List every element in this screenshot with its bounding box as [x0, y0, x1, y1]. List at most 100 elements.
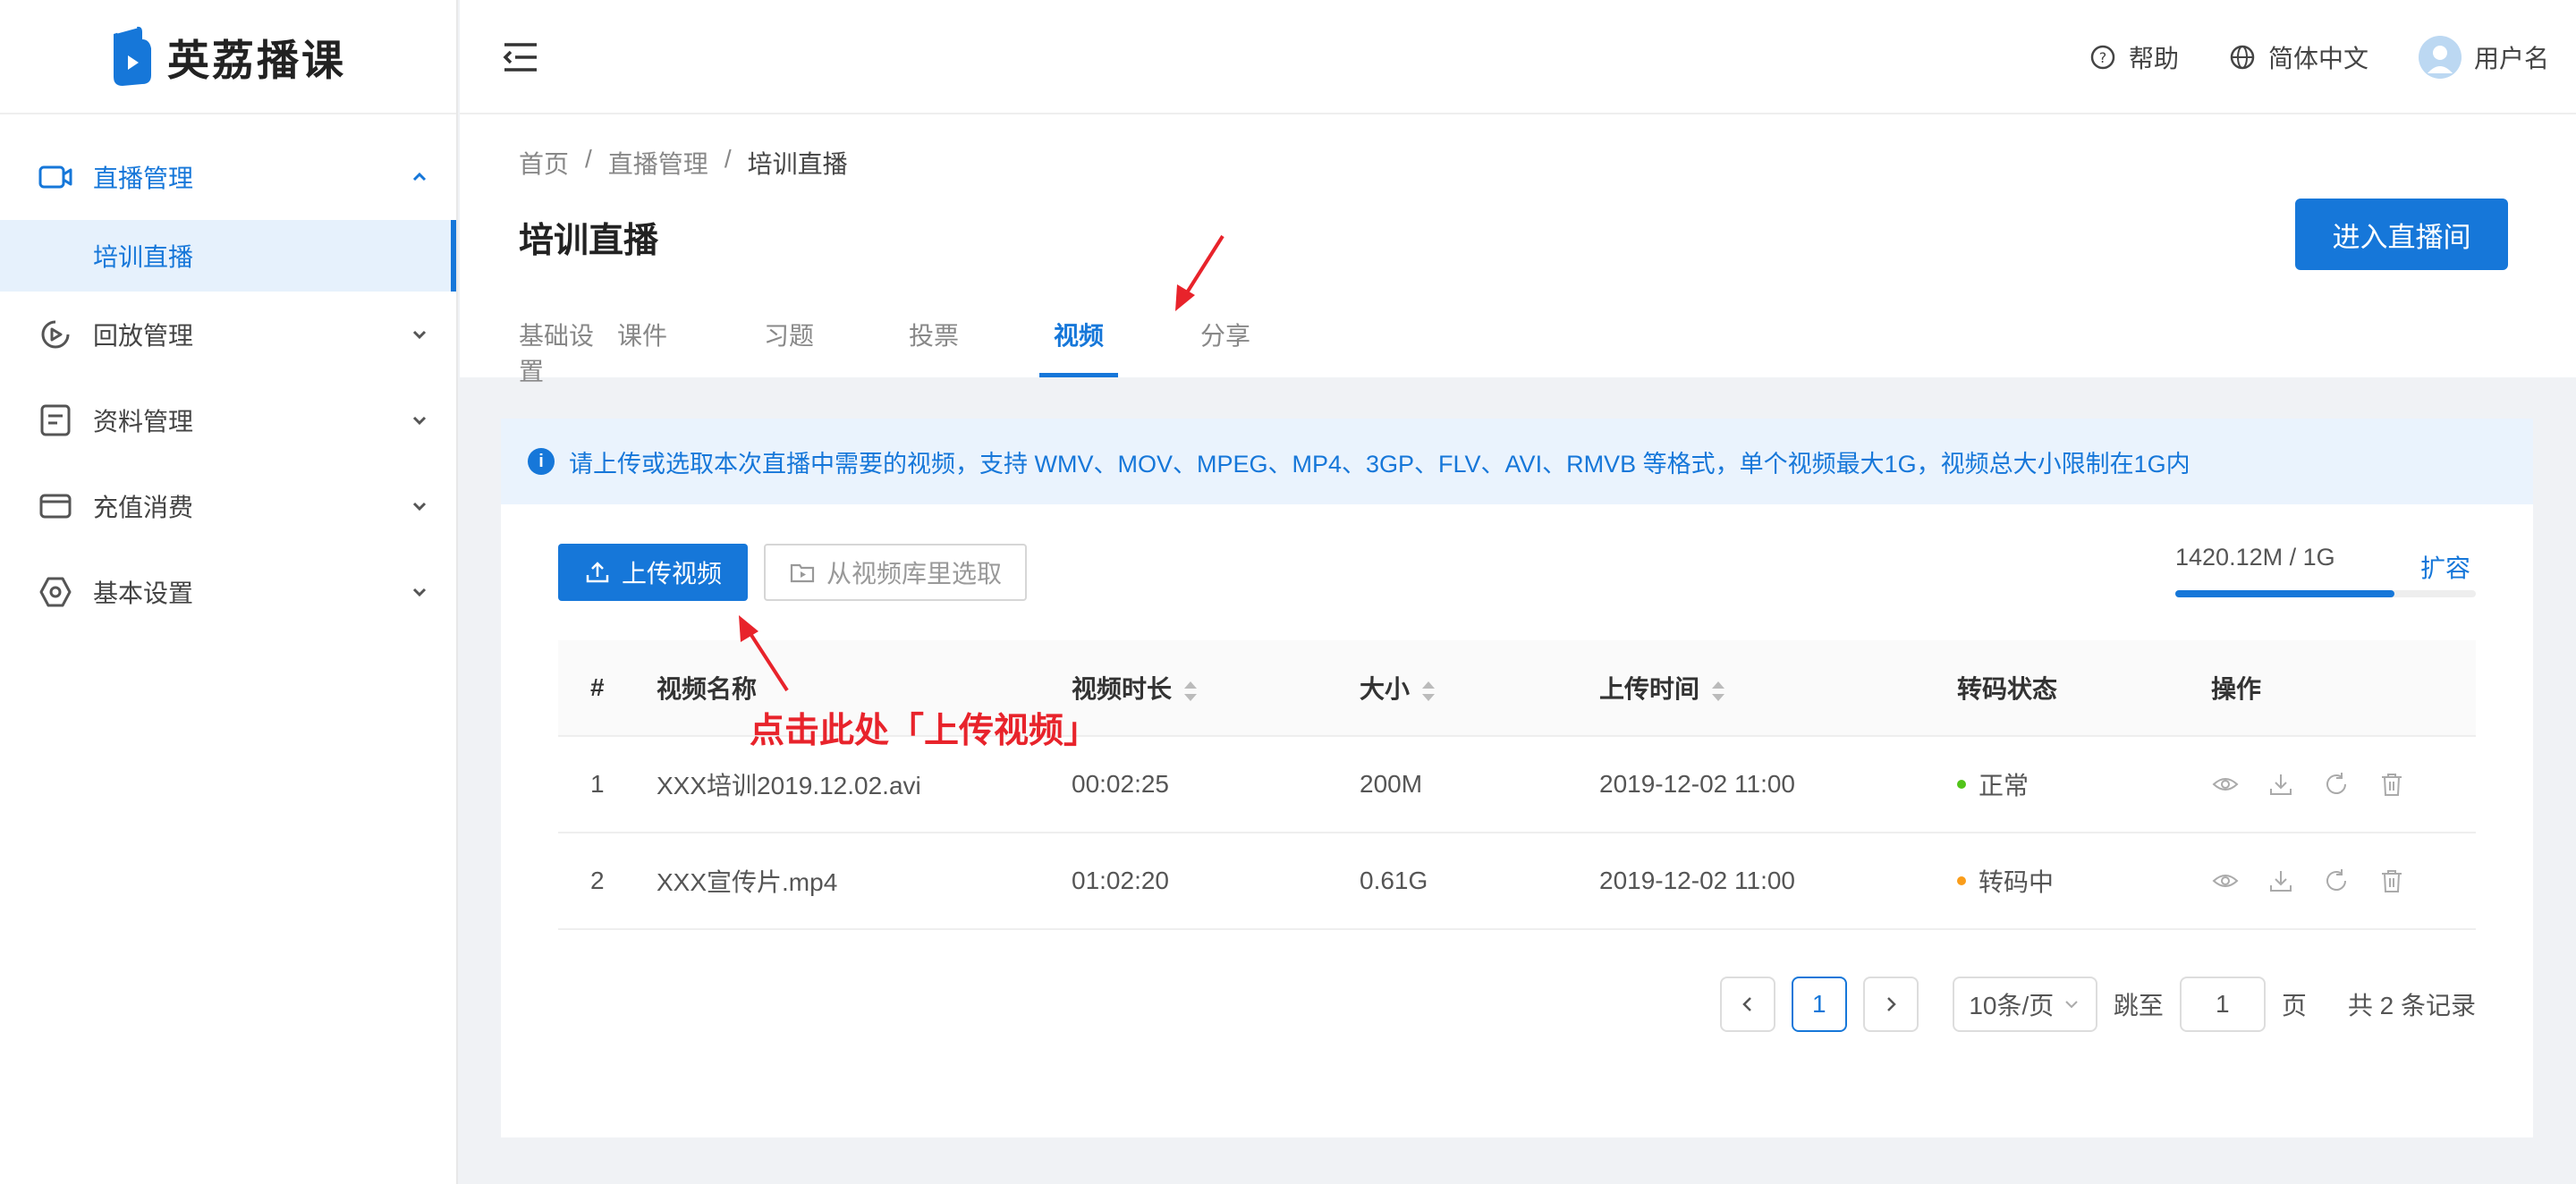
app-root: 英荔播课 直播管理 培训直播 回放管理 资料管理 充值消费 基本设置 ? 帮助 …	[0, 0, 2576, 1184]
refresh-icon[interactable]	[2322, 770, 2351, 799]
breadcrumb-live-management[interactable]: 直播管理	[608, 145, 708, 181]
prev-page-button[interactable]	[1719, 977, 1775, 1032]
storage-progress-fill	[2175, 590, 2395, 597]
sort-icon[interactable]	[1422, 681, 1436, 701]
upload-icon	[586, 562, 609, 583]
tab-voting[interactable]: 投票	[909, 317, 959, 377]
total-records: 共 2 条记录	[2347, 992, 2476, 1019]
column-status: 转码状态	[1957, 675, 2058, 703]
column-size[interactable]: 大小	[1360, 670, 1599, 706]
jump-label: 跳至	[2113, 992, 2164, 1019]
table-row: 2 XXX宣传片.mp4 01:02:20 0.61G 2019-12-02 1…	[558, 833, 2476, 930]
row-index: 2	[590, 867, 605, 894]
download-icon[interactable]	[2267, 770, 2295, 799]
row-duration: 00:02:25	[1072, 770, 1169, 798]
status-dot	[1957, 780, 1966, 789]
row-name: XXX培训2019.12.02.avi	[657, 772, 921, 799]
tab-bar: 基础设置 课件 习题 投票 视频 分享	[519, 317, 1250, 385]
help-label: 帮助	[2128, 45, 2179, 72]
annotation-callout: 点击此处「上传视频」	[750, 712, 1099, 750]
breadcrumb-home[interactable]: 首页	[519, 145, 569, 181]
chevron-down-icon	[412, 330, 427, 340]
tab-basic-settings[interactable]: 基础设置	[519, 317, 617, 385]
sidebar-item-live-management[interactable]: 直播管理	[0, 134, 456, 220]
sort-icon[interactable]	[1712, 681, 1725, 701]
row-size: 200M	[1360, 770, 1423, 798]
tab-share[interactable]: 分享	[1200, 317, 1250, 377]
row-name: XXX宣传片.mp4	[657, 868, 838, 896]
storage-progress-bar	[2175, 590, 2476, 597]
sidebar-item-materials[interactable]: 资料管理	[0, 377, 456, 463]
globe-icon	[2230, 45, 2255, 70]
info-icon: i	[528, 448, 555, 475]
video-panel: i 请上传或选取本次直播中需要的视频，支持 WMV、MOV、MPEG、MP4、3…	[501, 419, 2533, 1137]
sidebar-item-recharge[interactable]: 充值消费	[0, 463, 456, 549]
pagination: 1 10条/页 跳至 1 页 共 2 条记录	[1719, 977, 2476, 1032]
info-alert: i 请上传或选取本次直播中需要的视频，支持 WMV、MOV、MPEG、MP4、3…	[501, 419, 2533, 504]
username: 用户名	[2473, 45, 2549, 72]
settings-hexagon-icon	[38, 574, 73, 610]
select-from-library-button[interactable]: 从视频库里选取	[764, 544, 1027, 601]
sidebar-subitem-training-live[interactable]: 培训直播	[0, 220, 456, 292]
column-duration[interactable]: 视频时长	[1072, 670, 1360, 706]
sort-icon[interactable]	[1184, 681, 1198, 701]
chevron-down-icon	[2065, 1001, 2079, 1009]
sidebar-item-label: 充值消费	[93, 494, 194, 521]
replay-icon	[38, 317, 73, 352]
upload-video-button[interactable]: 上传视频	[558, 544, 748, 601]
page-title: 培训直播	[519, 222, 659, 260]
help-icon: ?	[2090, 45, 2115, 70]
help-link[interactable]: ? 帮助	[2089, 39, 2179, 75]
page-size-select[interactable]: 10条/页	[1952, 977, 2097, 1032]
download-icon[interactable]	[2267, 867, 2295, 895]
row-status: 转码中	[1957, 863, 2211, 899]
chevron-right-icon	[1886, 997, 1896, 1011]
expand-storage-link[interactable]: 扩容	[2420, 549, 2470, 585]
sidebar-subitem-label: 培训直播	[93, 243, 194, 271]
tab-video[interactable]: 视频	[1039, 317, 1118, 377]
status-text: 正常	[1979, 772, 2029, 799]
page-number-button[interactable]: 1	[1791, 977, 1847, 1032]
status-text: 转码中	[1979, 868, 2055, 896]
language-switcher[interactable]: 简体中文	[2229, 39, 2368, 75]
library-label: 从视频库里选取	[826, 560, 1002, 588]
logo-icon	[114, 25, 151, 86]
delete-icon[interactable]	[2377, 770, 2406, 799]
row-size: 0.61G	[1360, 867, 1428, 894]
chevron-up-icon	[412, 172, 427, 182]
sidebar: 英荔播课 直播管理 培训直播 回放管理 资料管理 充值消费 基本设置	[0, 0, 458, 1184]
logo[interactable]: 英荔播课	[0, 0, 456, 114]
page-size-value: 10条/页	[1969, 992, 2055, 1019]
tab-courseware[interactable]: 课件	[617, 317, 667, 377]
sidebar-item-label: 直播管理	[93, 165, 194, 192]
document-icon	[38, 402, 73, 438]
user-menu[interactable]: 用户名	[2418, 36, 2549, 79]
column-upload-time[interactable]: 上传时间	[1599, 670, 1957, 706]
chevron-down-icon	[412, 416, 427, 426]
column-duration-label: 视频时长	[1072, 675, 1173, 703]
page-unit: 页	[2281, 992, 2307, 1019]
enter-live-room-button[interactable]: 进入直播间	[2295, 199, 2508, 270]
preview-eye-icon[interactable]	[2211, 867, 2240, 895]
chevron-left-icon	[1742, 997, 1751, 1011]
row-duration: 01:02:20	[1072, 867, 1169, 894]
row-actions	[2211, 867, 2476, 895]
sidebar-item-basic-settings[interactable]: 基本设置	[0, 549, 456, 635]
breadcrumb-separator: /	[724, 145, 732, 173]
breadcrumb-separator: /	[585, 145, 592, 173]
app-name: 英荔播课	[167, 36, 346, 84]
column-size-label: 大小	[1360, 675, 1411, 703]
next-page-button[interactable]	[1862, 977, 1919, 1032]
preview-eye-icon[interactable]	[2211, 770, 2240, 799]
chevron-down-icon	[412, 502, 427, 512]
sidebar-item-label: 回放管理	[93, 322, 194, 350]
jump-page-input[interactable]: 1	[2179, 977, 2266, 1032]
refresh-icon[interactable]	[2322, 867, 2351, 895]
sidebar-item-replay[interactable]: 回放管理	[0, 292, 456, 377]
sidebar-item-label: 基本设置	[93, 579, 194, 607]
column-upload-time-label: 上传时间	[1599, 675, 1700, 703]
sidebar-item-label: 资料管理	[93, 408, 194, 436]
delete-icon[interactable]	[2377, 867, 2406, 895]
tab-exercises[interactable]: 习题	[764, 317, 814, 377]
menu-collapse-icon[interactable]	[503, 41, 538, 73]
